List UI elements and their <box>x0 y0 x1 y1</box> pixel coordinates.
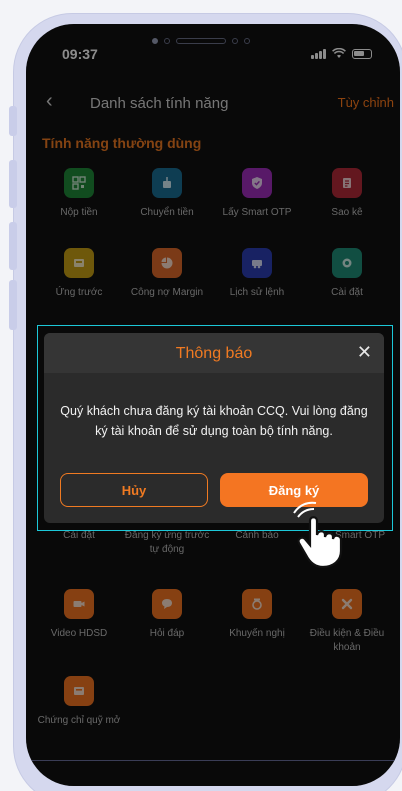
hand-pointer-icon <box>293 501 343 569</box>
dialog-message: Quý khách chưa đăng ký tài khoản CCQ. Vu… <box>60 404 368 438</box>
notification-dialog: Thông báo ✕ Quý khách chưa đăng ký tài k… <box>44 333 384 523</box>
close-icon[interactable]: ✕ <box>357 342 372 363</box>
side-button <box>9 106 17 136</box>
dialog-header: Thông báo ✕ <box>44 333 384 373</box>
phone-bottom-edge <box>30 760 396 786</box>
side-button <box>9 280 17 330</box>
phone-screen: 09:37 ‹ Danh sách tính năng Tùy chỉnh Tí… <box>26 24 400 786</box>
side-button <box>9 222 17 270</box>
dialog-title: Thông báo <box>175 345 253 362</box>
cancel-button[interactable]: Hủy <box>60 473 208 507</box>
side-button <box>9 160 17 208</box>
